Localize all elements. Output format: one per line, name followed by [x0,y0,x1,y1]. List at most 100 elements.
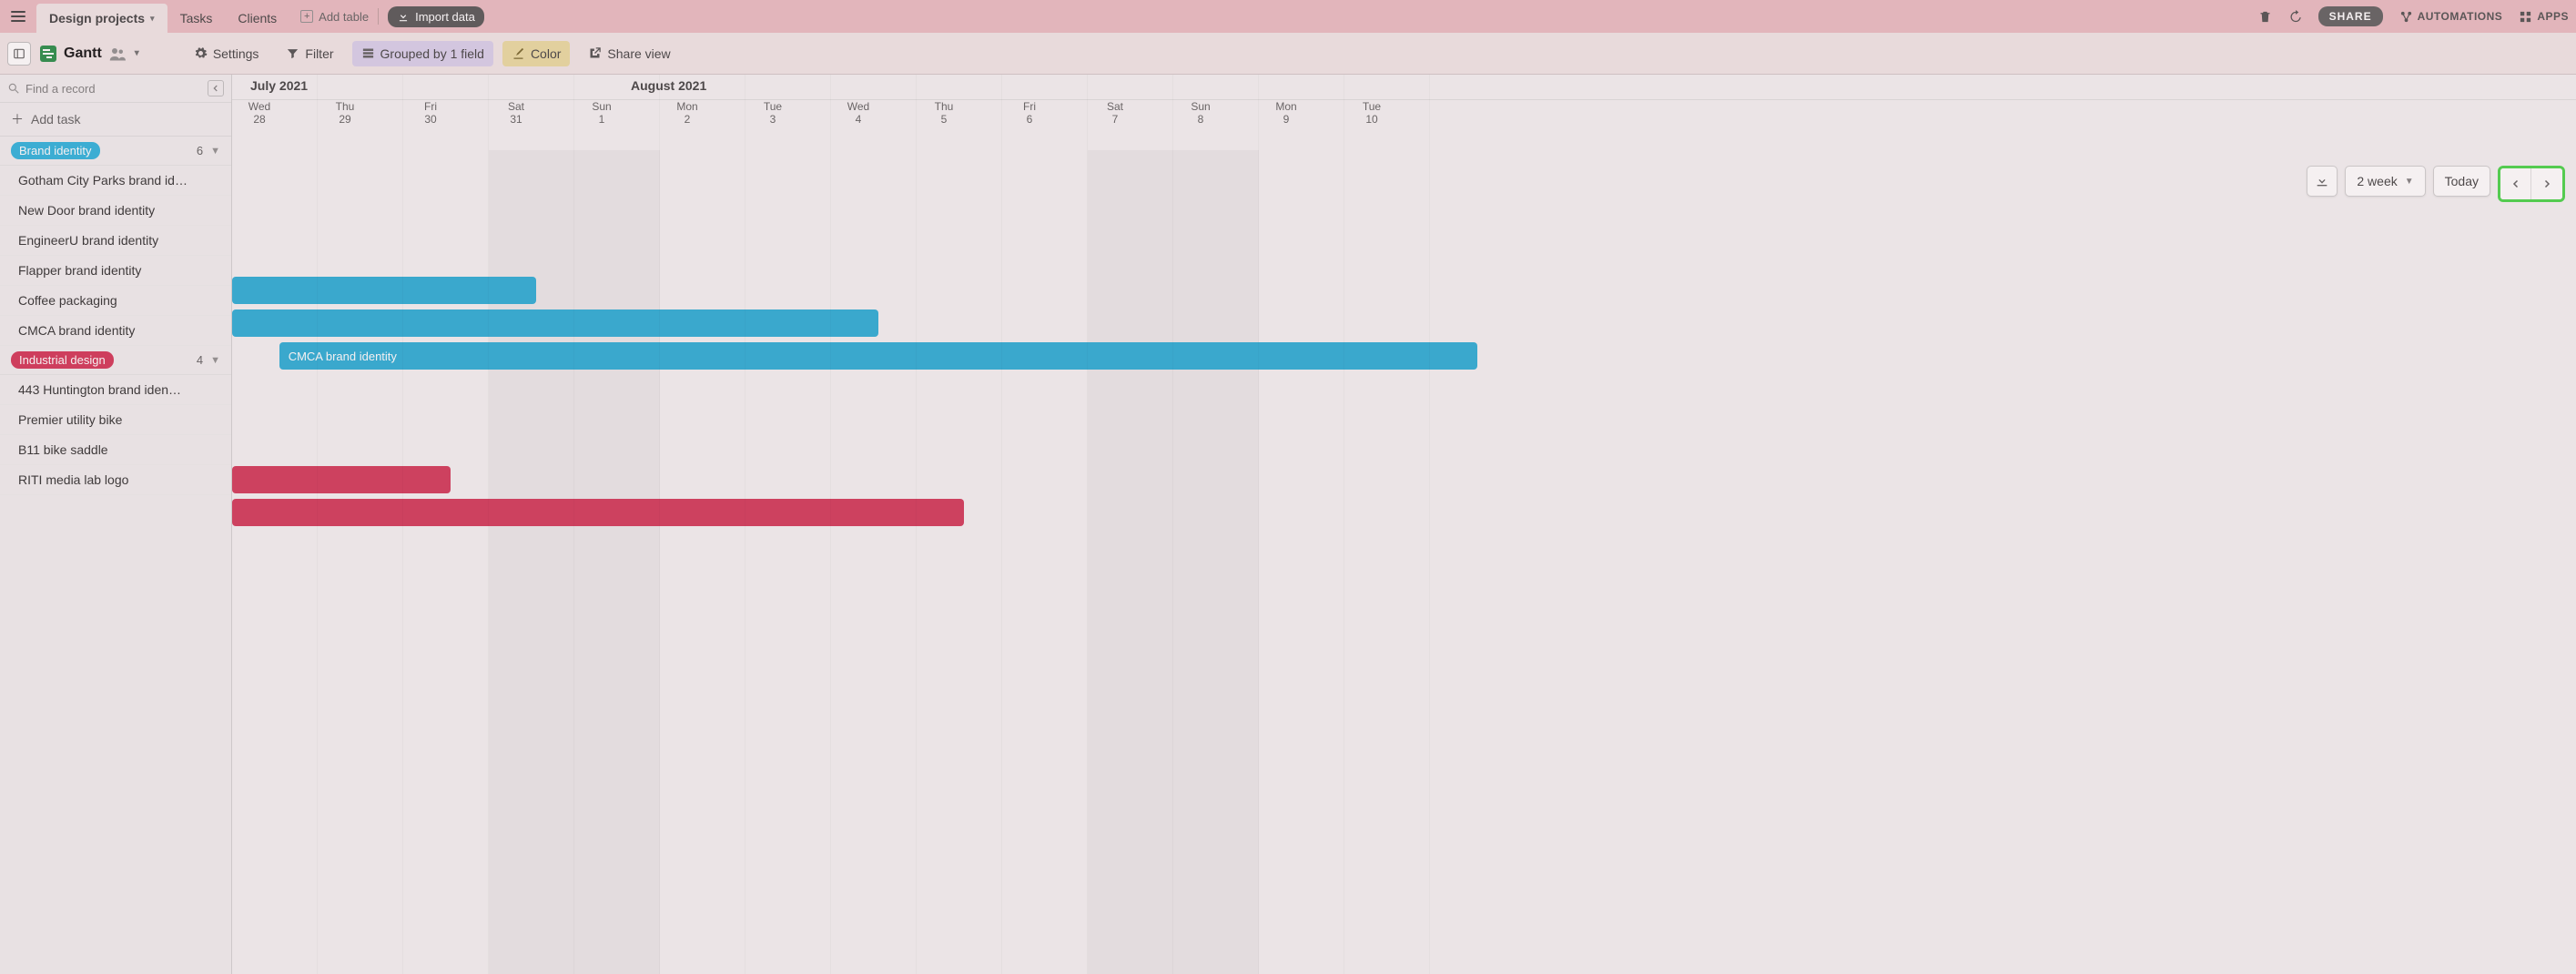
find-record-input[interactable] [25,82,202,96]
tab-clients[interactable]: Clients [225,4,289,33]
tab-label: Tasks [180,11,213,25]
task-row[interactable]: Premier utility bike [0,405,231,435]
automations-icon [2399,10,2413,24]
nav-arrows [2498,166,2565,202]
day-header: Mon9 [1243,100,1329,126]
day-header: Tue10 [1329,100,1415,126]
menu-button[interactable] [7,5,29,27]
group-icon [361,46,375,60]
group-header-brand-identity[interactable]: Brand identity 6 ▼ [0,137,231,166]
group-count: 4 [197,353,203,367]
automations-label: AUTOMATIONS [2418,10,2503,23]
task-row[interactable]: Gotham City Parks brand id… [0,166,231,196]
download-button[interactable] [2307,166,2338,197]
gear-icon [194,46,208,60]
day-header: Fri30 [388,100,473,126]
color-button[interactable]: Color [502,41,570,66]
share-view-button[interactable]: Share view [579,41,679,66]
group-count: 6 [197,144,203,157]
view-picker[interactable]: Gantt ▾ [40,46,139,62]
group-button[interactable]: Grouped by 1 field [352,41,493,66]
task-row[interactable]: New Door brand identity [0,196,231,226]
task-row[interactable]: Coffee packaging [0,286,231,316]
tab-label: Design projects [49,11,145,25]
import-label: Import data [415,10,475,24]
trash-icon [2258,10,2272,24]
chevron-down-icon: ▾ [150,14,155,24]
sidebar-icon [13,47,25,60]
topbar: Design projects ▾ Tasks Clients + Add ta… [0,0,2576,33]
add-task-label: Add task [31,112,80,127]
today-button[interactable]: Today [2433,166,2490,197]
view-name: Gantt [64,46,102,62]
toggle-sidebar-button[interactable] [7,42,31,66]
history-icon [2288,10,2302,24]
date-range-select[interactable]: 2 week ▼ [2345,166,2425,197]
top-right-actions: SHARE AUTOMATIONS APPS [2258,6,2569,26]
next-button[interactable] [2531,168,2562,199]
add-table-button[interactable]: + Add table [300,10,369,24]
add-table-label: Add table [319,10,369,24]
chevron-down-icon[interactable]: ▼ [210,355,220,366]
history-button[interactable] [2288,10,2302,24]
import-data-button[interactable]: Import data [388,6,484,27]
chevron-down-icon: ▾ [135,48,139,58]
day-header: Sun8 [1158,100,1243,126]
day-header: Wed28 [232,100,302,126]
download-icon [397,10,410,23]
filter-button[interactable]: Filter [277,41,342,66]
automations-button[interactable]: AUTOMATIONS [2399,10,2503,24]
tab-tasks[interactable]: Tasks [167,4,226,33]
day-header: Sun1 [559,100,644,126]
collapse-sidebar-button[interactable] [208,80,224,96]
task-row[interactable]: 443 Huntington brand iden… [0,375,231,405]
date-range-label: 2 week [2357,174,2397,188]
color-label: Color [531,46,561,61]
search-icon [7,82,20,95]
settings-button[interactable]: Settings [185,41,269,66]
group-pill: Industrial design [11,351,114,369]
chevron-right-icon [2541,178,2552,189]
settings-label: Settings [213,46,259,61]
task-row[interactable]: Flapper brand identity [0,256,231,286]
external-link-icon [588,46,602,60]
share-button[interactable]: SHARE [2318,6,2383,26]
task-row[interactable]: B11 bike saddle [0,435,231,465]
prev-button[interactable] [2500,168,2531,199]
paint-icon [512,46,525,60]
group-header-industrial-design[interactable]: Industrial design 4 ▼ [0,346,231,375]
timeline[interactable]: July 2021August 2021 CMCA brand identity… [232,75,2576,974]
share-view-label: Share view [607,46,670,61]
chevron-left-icon [211,84,220,93]
day-header: Sat7 [1072,100,1158,126]
divider [378,8,379,25]
add-task-button[interactable]: ＋ Add task [0,103,231,137]
filter-label: Filter [305,46,333,61]
apps-button[interactable]: APPS [2519,10,2569,24]
plus-icon: + [300,10,313,23]
find-record-row [0,75,231,103]
timeline-controls: 2 week ▼ Today [2307,166,2565,202]
main: ＋ Add task Brand identity 6 ▼ Gotham Cit… [0,75,2576,974]
chevron-down-icon: ▼ [2405,177,2414,187]
trash-button[interactable] [2258,10,2272,24]
day-header: Thu5 [901,100,987,126]
people-icon [109,46,126,61]
filter-icon [286,46,299,60]
download-icon [2315,174,2329,188]
today-label: Today [2445,174,2479,188]
view-toolbar: Gantt ▾ Settings Filter Grouped by 1 fie… [0,33,2576,75]
gantt-icon [40,46,56,62]
task-row[interactable]: CMCA brand identity [0,316,231,346]
task-row[interactable]: EngineerU brand identity [0,226,231,256]
chevron-left-icon [2510,178,2521,189]
day-header: Thu29 [302,100,388,126]
chevron-down-icon[interactable]: ▼ [210,146,220,157]
tab-design-projects[interactable]: Design projects ▾ [36,4,167,33]
group-pill: Brand identity [11,142,100,159]
day-header: Mon2 [644,100,730,126]
apps-label: APPS [2537,10,2569,23]
table-tabs: Design projects ▾ Tasks Clients [36,0,289,33]
day-header: Tue3 [730,100,816,126]
task-row[interactable]: RITI media lab logo [0,465,231,495]
